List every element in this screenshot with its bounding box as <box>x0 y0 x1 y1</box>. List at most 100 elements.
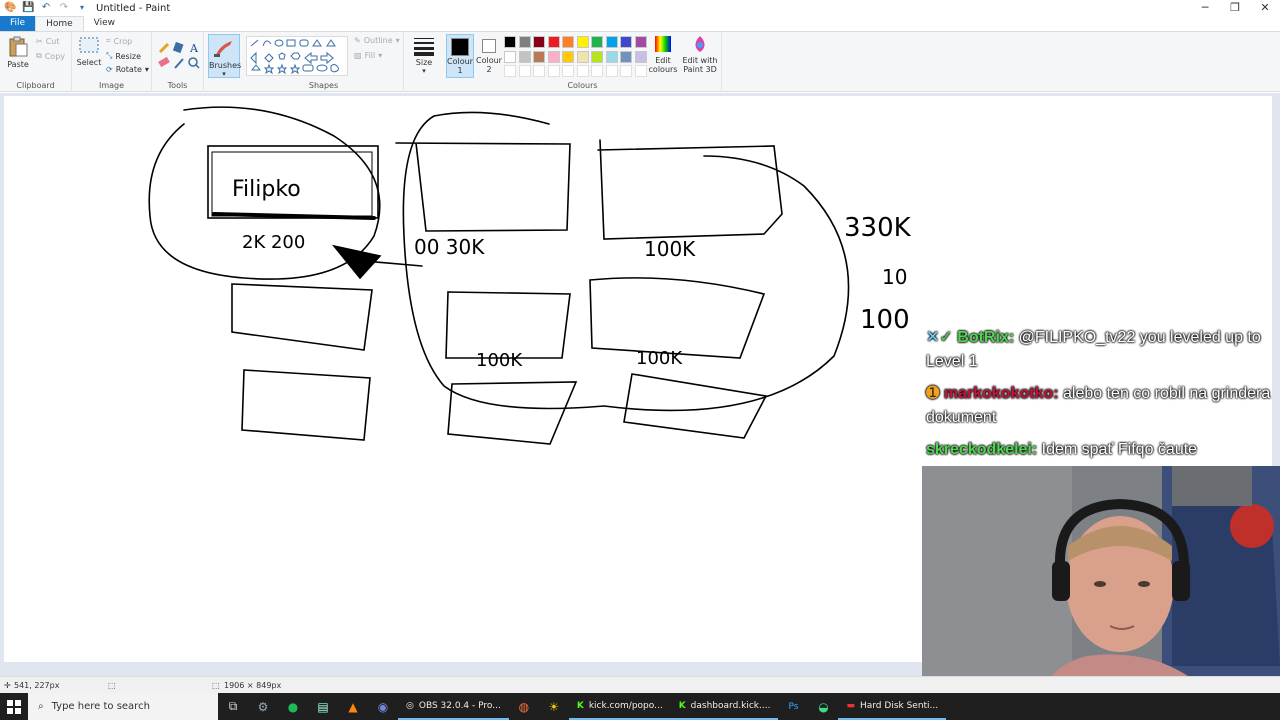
custom-colour-swatch[interactable] <box>562 65 574 77</box>
taskbar-app-kick-dashboard[interactable]: Kdashboard.kick.... <box>670 693 779 720</box>
callout-cloud-icon <box>330 64 339 73</box>
select-button[interactable]: Select <box>74 36 104 67</box>
custom-colour-swatch[interactable] <box>634 65 647 77</box>
text-icon[interactable]: A <box>189 42 199 55</box>
fill-button[interactable]: ▨ Fill ▾ <box>354 51 382 60</box>
colour-swatch[interactable] <box>547 36 560 48</box>
curve-shape-icon <box>262 40 272 47</box>
taskbar-app-hard-disk-sentinel[interactable]: ▬ Hard Disk Senti... <box>838 693 947 720</box>
chevron-down-icon: ▾ <box>144 65 149 74</box>
steam-icon[interactable]: ⚙ <box>248 693 278 720</box>
paste-label: Paste <box>7 60 29 69</box>
taskbar-app-label: Hard Disk Senti... <box>859 700 939 711</box>
sketch-text-100k-top: 100K <box>644 237 696 261</box>
canvas-size: 1906 × 849px <box>224 681 282 690</box>
colour-swatch[interactable] <box>634 50 647 63</box>
image-group: Select ⌗ Crop ⤡ Resize ⟳ Rotate ▾ Image <box>72 32 152 92</box>
chat-username: BotRix: <box>957 329 1015 346</box>
colour-swatch[interactable] <box>576 50 589 63</box>
tools-icons: A <box>158 41 200 69</box>
colour-1-button[interactable]: Colour 1 <box>446 34 474 78</box>
chevron-down-icon[interactable]: ▾ <box>76 2 88 14</box>
image-group-label: Image <box>98 81 125 90</box>
size-label: Size <box>415 58 433 67</box>
tab-file[interactable]: File <box>0 16 36 31</box>
shapes-gallery[interactable] <box>246 36 348 76</box>
crop-button[interactable]: ⌗ Crop <box>106 36 132 46</box>
colour-swatch[interactable] <box>504 50 516 63</box>
colour-swatch[interactable] <box>591 50 603 63</box>
custom-colour-swatch[interactable] <box>576 65 589 77</box>
paste-button[interactable]: Paste <box>4 36 32 69</box>
brushes-button[interactable]: Brushes ▾ <box>208 34 242 78</box>
custom-colour-swatch[interactable] <box>591 65 603 77</box>
selection-icon: ⬚ <box>108 681 116 690</box>
custom-colour-swatch[interactable] <box>605 65 618 77</box>
canvas-size-icon: ⬚ <box>212 681 220 690</box>
firefox-icon[interactable]: ◍ <box>509 693 539 720</box>
custom-colour-swatch[interactable] <box>620 65 632 77</box>
maximize-button[interactable]: ❐ <box>1220 0 1250 16</box>
android-icon[interactable]: ◒ <box>808 693 838 720</box>
fill-icon[interactable] <box>172 41 184 54</box>
taskbar-app-kick[interactable]: Kkick.com/popo... <box>568 693 671 720</box>
sketch-text-330k: 330K <box>844 213 912 243</box>
outline-button[interactable]: ✎ Outline ▾ <box>354 36 400 45</box>
oval-shape-icon <box>274 39 284 47</box>
colour-swatch[interactable] <box>620 36 632 48</box>
colour-swatch[interactable] <box>547 50 560 63</box>
sketch-box-left-bottom <box>241 369 371 441</box>
discord-icon[interactable]: ◉ <box>368 693 398 720</box>
colour-swatch[interactable] <box>605 36 618 48</box>
colour-2-button[interactable]: Colour 2 <box>476 34 502 78</box>
colour-swatch[interactable] <box>504 36 516 48</box>
brushes-label: Brushes <box>209 61 242 70</box>
resize-button[interactable]: ⤡ Resize <box>106 51 141 61</box>
save-icon[interactable]: 💾 <box>22 2 34 14</box>
colour-swatch[interactable] <box>576 36 589 48</box>
custom-colour-swatch[interactable] <box>547 65 560 77</box>
custom-colour-swatch[interactable] <box>533 65 545 77</box>
custom-colour-swatch[interactable] <box>518 65 531 77</box>
taskbar-search[interactable]: ⌕ Type here to search <box>28 693 218 720</box>
close-button[interactable]: ✕ <box>1250 0 1280 16</box>
start-button[interactable] <box>0 693 28 720</box>
edit-colours-button[interactable]: Edit colours <box>648 34 678 74</box>
magnifier-icon[interactable] <box>188 57 200 69</box>
colour-picker-icon[interactable] <box>174 58 184 69</box>
colour-swatch[interactable] <box>634 36 647 48</box>
custom-colour-swatch[interactable] <box>504 65 516 77</box>
task-view-icon[interactable]: ⧉ <box>218 693 248 720</box>
sun-app-icon[interactable]: ☀ <box>539 693 569 720</box>
rotate-icon: ⟳ <box>106 65 113 74</box>
tab-view[interactable]: View <box>84 16 125 31</box>
shapes-group: ✎ Outline ▾ ▨ Fill ▾ Shapes <box>244 32 404 92</box>
copy-button[interactable]: ⧉ Copy <box>36 51 65 61</box>
pencil-icon[interactable] <box>158 42 170 54</box>
size-button[interactable]: Size ▾ <box>410 36 438 75</box>
colour-swatch[interactable] <box>518 50 531 63</box>
colours-group: Colour 1 Colour 2 Edit colours Edit with… <box>444 32 722 92</box>
photoshop-icon[interactable]: Ps <box>778 693 808 720</box>
cut-button[interactable]: ✂ Cut <box>36 37 60 46</box>
colour-swatch[interactable] <box>562 50 574 63</box>
rotate-button[interactable]: ⟳ Rotate ▾ <box>106 65 149 74</box>
redo-icon[interactable]: ↷ <box>58 2 70 14</box>
undo-icon[interactable]: ↶ <box>40 2 52 14</box>
notepad-icon[interactable]: ▤ <box>308 693 338 720</box>
colour-swatch[interactable] <box>620 50 632 63</box>
colour-swatch[interactable] <box>591 36 603 48</box>
tab-home[interactable]: Home <box>35 16 84 31</box>
eraser-icon[interactable] <box>158 56 170 68</box>
vlc-icon[interactable]: ▲ <box>338 693 368 720</box>
spotify-icon[interactable]: ● <box>278 693 308 720</box>
colour-swatch[interactable] <box>562 36 574 48</box>
colour-swatch[interactable] <box>533 50 545 63</box>
colour-swatch[interactable] <box>605 50 618 63</box>
chat-username: markokokotko: <box>943 385 1059 402</box>
colour-swatch[interactable] <box>518 36 531 48</box>
colour-swatch[interactable] <box>533 36 545 48</box>
taskbar-app-obs[interactable]: ◎ OBS 32.0.4 - Pro... <box>398 693 509 720</box>
minimize-button[interactable]: ─ <box>1190 0 1220 16</box>
edit-with-paint3d-button[interactable]: Edit with Paint 3D <box>682 34 718 74</box>
